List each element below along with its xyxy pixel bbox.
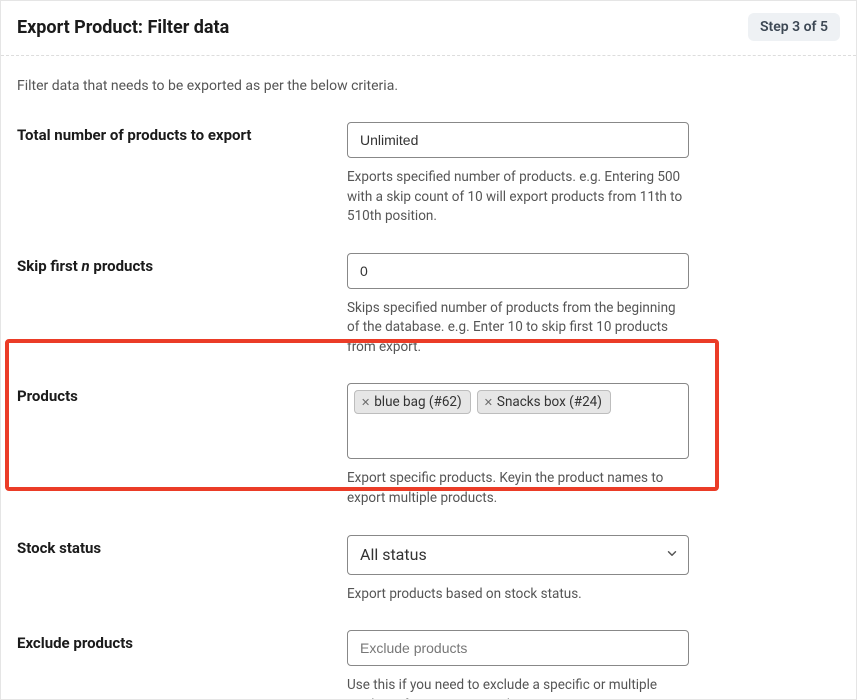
total-products-help: Exports specified number of products. e.… <box>347 168 689 227</box>
export-product-filter-page: Export Product: Filter data Step 3 of 5 … <box>0 0 857 700</box>
stock-status-select[interactable]: All status <box>347 535 689 575</box>
exclude-products-help: Use this if you need to exclude a specif… <box>347 676 689 700</box>
page-header: Export Product: Filter data Step 3 of 5 <box>1 1 856 56</box>
stock-status-label: Stock status <box>17 535 347 557</box>
stock-status-value: All status <box>360 545 427 564</box>
page-title: Export Product: Filter data <box>17 17 229 38</box>
exclude-products-input[interactable] <box>347 630 689 666</box>
skip-label-post: products <box>90 257 153 275</box>
remove-tag-icon[interactable]: ✕ <box>361 396 370 409</box>
field-total-products: Total number of products to export Expor… <box>17 122 840 227</box>
exclude-products-label: Exclude products <box>17 630 347 652</box>
skip-label-n: n <box>82 257 90 275</box>
field-stock-status: Stock status All status Export products … <box>17 535 840 605</box>
product-tag-label: blue bag (#62) <box>374 394 461 410</box>
field-exclude-products: Exclude products Use this if you need to… <box>17 630 840 700</box>
intro-text: Filter data that needs to be exported as… <box>17 78 840 94</box>
products-tags-input[interactable]: ✕ blue bag (#62) ✕ Snacks box (#24) <box>347 383 689 459</box>
field-skip-products: Skip first n products Skips specified nu… <box>17 253 840 358</box>
field-products: Products ✕ blue bag (#62) ✕ Snacks box (… <box>17 383 840 508</box>
total-products-label: Total number of products to export <box>17 122 347 144</box>
product-tag-label: Snacks box (#24) <box>497 394 602 410</box>
product-tag[interactable]: ✕ blue bag (#62) <box>354 390 471 414</box>
product-tag[interactable]: ✕ Snacks box (#24) <box>477 390 611 414</box>
products-label: Products <box>17 383 347 405</box>
skip-products-help: Skips specified number of products from … <box>347 299 689 358</box>
content-area: Filter data that needs to be exported as… <box>1 56 856 700</box>
skip-products-input[interactable] <box>347 253 689 289</box>
remove-tag-icon[interactable]: ✕ <box>484 396 493 409</box>
stock-status-help: Export products based on stock status. <box>347 585 689 605</box>
total-products-input[interactable] <box>347 122 689 158</box>
skip-label-pre: Skip first <box>17 257 82 275</box>
products-help: Export specific products. Keyin the prod… <box>347 469 689 508</box>
chevron-down-icon <box>665 545 679 564</box>
skip-products-label: Skip first n products <box>17 253 347 275</box>
step-indicator-badge: Step 3 of 5 <box>748 13 840 41</box>
